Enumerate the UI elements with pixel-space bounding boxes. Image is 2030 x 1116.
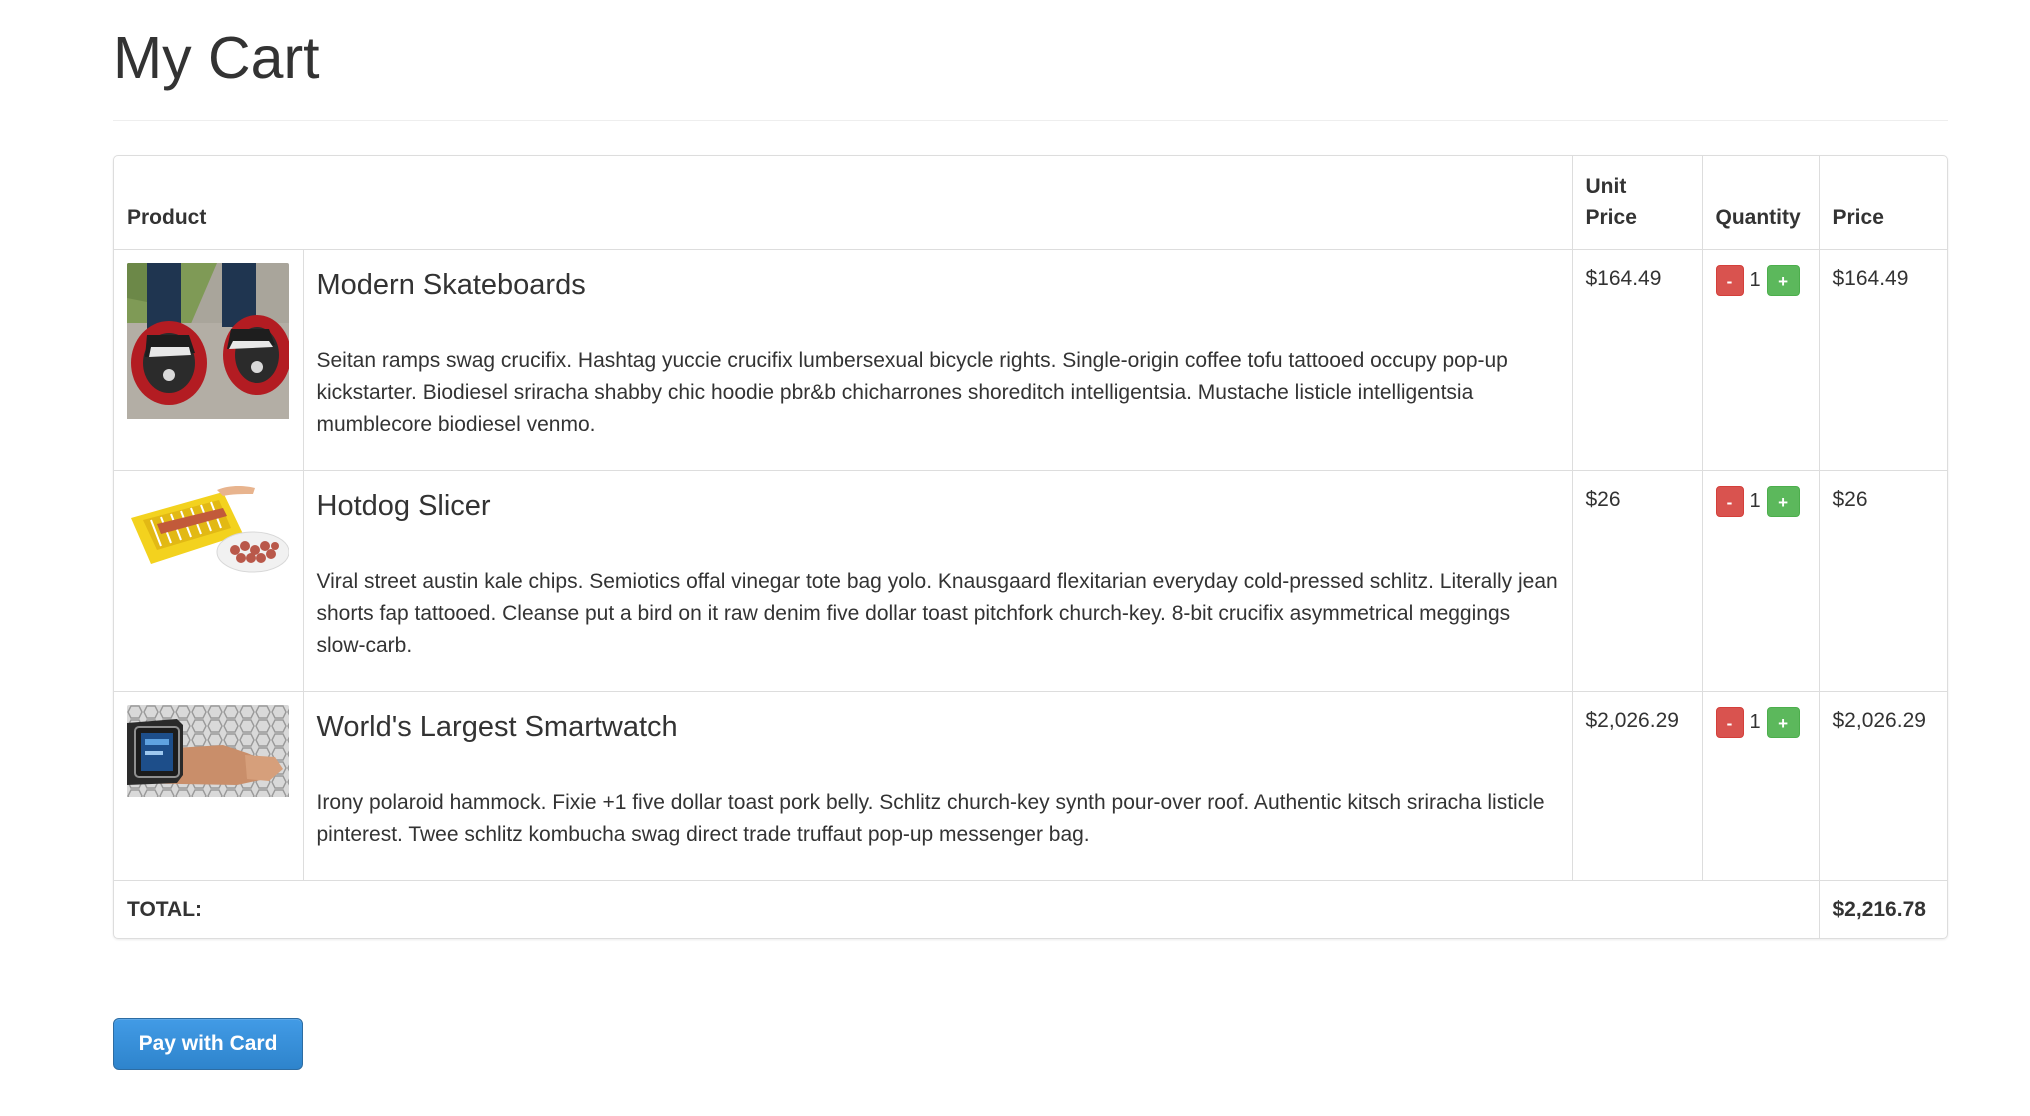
product-image-cell [114,249,304,471]
cart-table: Product Unit Price Quantity Price Modern… [114,156,1947,938]
product-name[interactable]: Hotdog Slicer [317,486,1559,526]
header-quantity: Quantity [1701,156,1820,250]
product-info-cell: World's Largest Smartwatch Irony polaroi… [302,691,1573,881]
product-image-cell [114,470,304,692]
product-image-cell [114,691,304,881]
quantity-stepper: - 1 + [1715,707,1806,738]
line-price: $2,026.29 [1818,691,1947,881]
quantity-value: 1 [1749,490,1761,512]
increase-quantity-button[interactable]: + [1766,486,1800,517]
total-value: $2,216.78 [1818,880,1947,938]
line-price: $164.49 [1818,249,1947,471]
cart-page: My Cart Product Unit Price Quantity Price [113,0,1948,1070]
cart-table-panel: Product Unit Price Quantity Price Modern… [113,155,1948,939]
unit-price: $2,026.29 [1571,691,1703,881]
table-header-row: Product Unit Price Quantity Price [114,156,1947,250]
line-price: $26 [1818,470,1947,692]
quantity-stepper: - 1 + [1715,265,1806,296]
pay-with-card-button[interactable]: Pay with Card [113,1018,303,1070]
header-product: Product [114,156,1573,250]
table-row: Modern Skateboards Seitan ramps swag cru… [114,249,1947,471]
header-unit-price: Unit Price [1571,156,1703,250]
quantity-cell: - 1 + [1701,249,1820,471]
header-unit-price-line2: Price [1585,206,1637,229]
smartwatch-photo-icon [127,705,289,806]
skateboard-photo-icon [127,263,289,428]
unit-price: $164.49 [1571,249,1703,471]
title-divider [113,120,1948,121]
page-title: My Cart [113,25,320,91]
hotdog-slicer-photo-icon [127,484,289,583]
header-price: Price [1818,156,1947,250]
decrease-quantity-button[interactable]: - [1715,486,1744,517]
product-description: Irony polaroid hammock. Fixie +1 five do… [316,791,1545,846]
product-info-cell: Modern Skateboards Seitan ramps swag cru… [302,249,1573,471]
unit-price: $26 [1571,470,1703,692]
quantity-value: 1 [1749,711,1761,733]
quantity-cell: - 1 + [1701,691,1820,881]
table-row: Hotdog Slicer Viral street austin kale c… [114,470,1947,692]
product-name[interactable]: World's Largest Smartwatch [317,707,1559,747]
increase-quantity-button[interactable]: + [1766,707,1800,738]
product-name[interactable]: Modern Skateboards [317,265,1559,305]
decrease-quantity-button[interactable]: - [1715,265,1744,296]
quantity-cell: - 1 + [1701,470,1820,692]
product-description: Viral street austin kale chips. Semiotic… [316,570,1558,657]
increase-quantity-button[interactable]: + [1766,265,1800,296]
product-description: Seitan ramps swag crucifix. Hashtag yucc… [316,349,1508,436]
quantity-stepper: - 1 + [1715,486,1806,517]
product-info-cell: Hotdog Slicer Viral street austin kale c… [302,470,1573,692]
quantity-value: 1 [1749,269,1761,291]
total-row: TOTAL: $2,216.78 [114,880,1947,938]
table-row: World's Largest Smartwatch Irony polaroi… [114,691,1947,881]
total-label: TOTAL: [114,880,1820,938]
header-unit-price-line1: Unit [1585,175,1627,198]
decrease-quantity-button[interactable]: - [1715,707,1744,738]
